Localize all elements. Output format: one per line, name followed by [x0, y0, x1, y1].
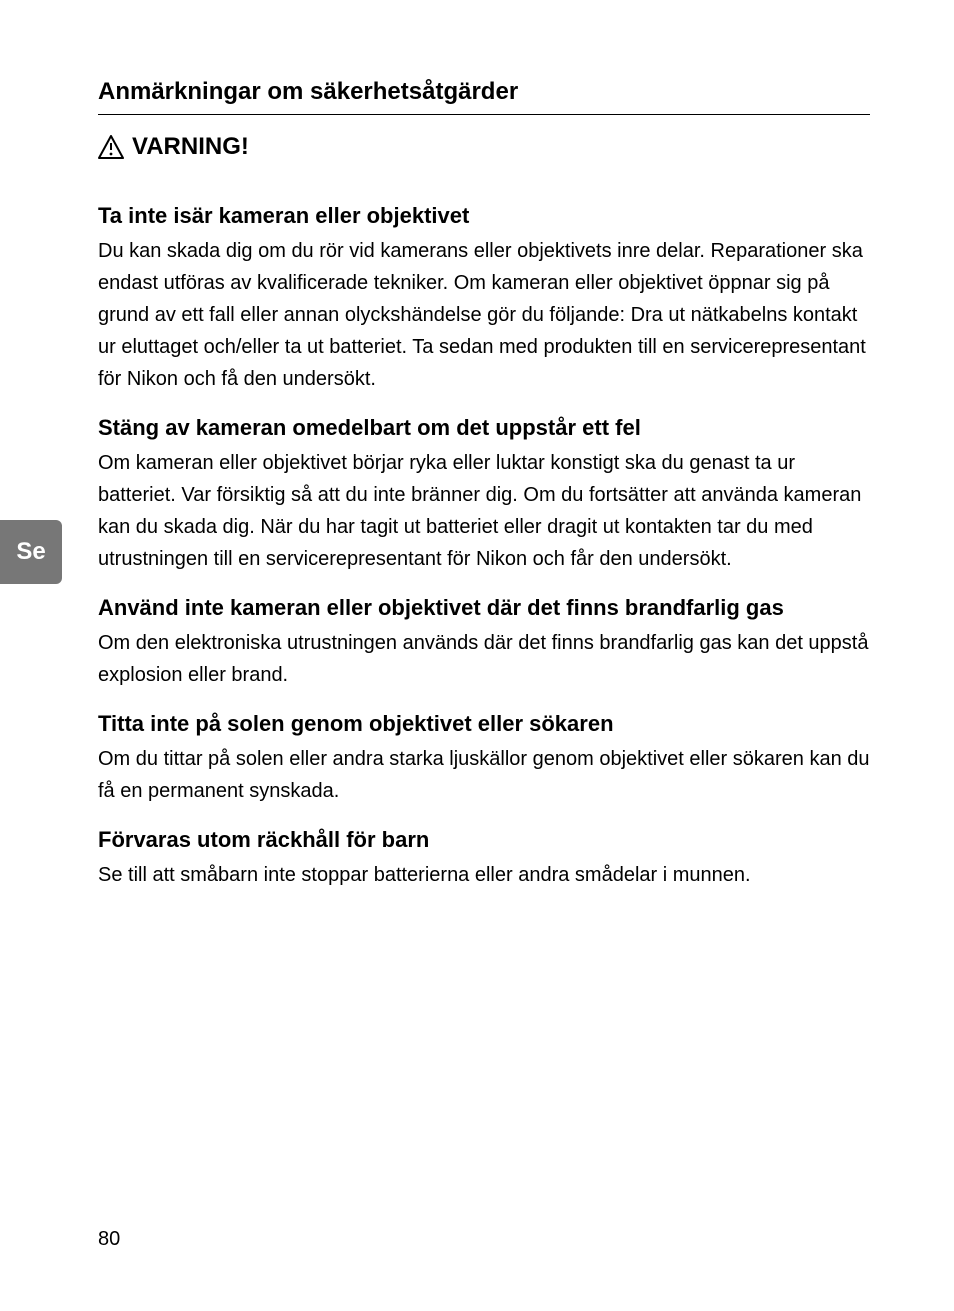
page-content: Anmärkningar om säkerhetsåtgärder VARNIN… [0, 0, 954, 891]
block-body: Du kan skada dig om du rör vid kamerans … [98, 235, 870, 395]
block-body: Se till att småbarn inte stoppar batteri… [98, 859, 870, 891]
safety-block: Titta inte på solen genom objektivet ell… [98, 711, 870, 807]
section-title: Anmärkningar om säkerhetsåtgärder [98, 78, 870, 115]
block-body: Om den elektroniska utrustningen används… [98, 627, 870, 691]
warning-row: VARNING! [98, 133, 870, 161]
block-body: Om kameran eller objektivet börjar ryka … [98, 447, 870, 575]
safety-block: Använd inte kameran eller objektivet där… [98, 595, 870, 691]
warning-triangle-icon [98, 135, 124, 159]
block-heading: Stäng av kameran omedelbart om det uppst… [98, 415, 870, 441]
safety-block: Förvaras utom räckhåll för barn Se till … [98, 827, 870, 891]
block-heading: Förvaras utom räckhåll för barn [98, 827, 870, 853]
block-heading: Titta inte på solen genom objektivet ell… [98, 711, 870, 737]
block-heading: Ta inte isär kameran eller objektivet [98, 203, 870, 229]
page-number: 80 [98, 1228, 120, 1251]
language-tab: Se [0, 520, 62, 584]
block-body: Om du tittar på solen eller andra starka… [98, 743, 870, 807]
warning-label: VARNING! [132, 133, 249, 161]
safety-block: Stäng av kameran omedelbart om det uppst… [98, 415, 870, 575]
safety-block: Ta inte isär kameran eller objektivet Du… [98, 203, 870, 395]
block-heading: Använd inte kameran eller objektivet där… [98, 595, 870, 621]
